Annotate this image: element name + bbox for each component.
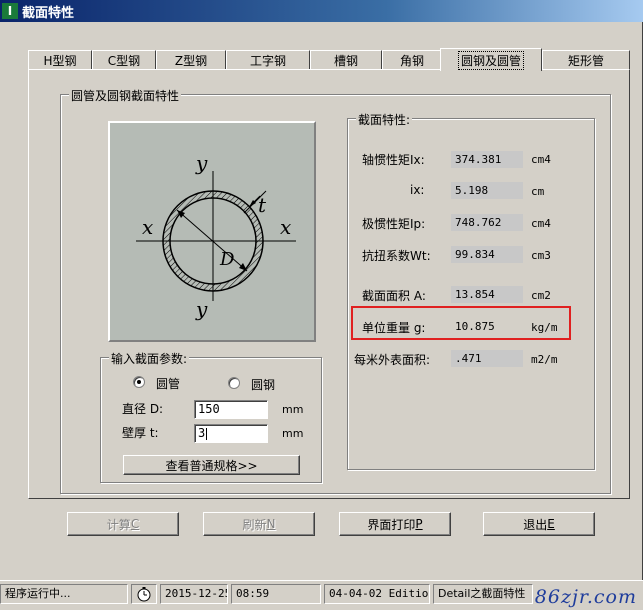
exit-button[interactable]: 退出 E bbox=[483, 512, 595, 536]
prop-unit-radius: cm bbox=[531, 185, 545, 198]
properties-group-title: 截面特性: bbox=[356, 111, 413, 128]
radio-bar[interactable] bbox=[228, 377, 240, 389]
axis-x-left-label: x bbox=[142, 215, 154, 239]
site-watermark: 86zjr.com bbox=[534, 586, 637, 608]
view-spec-button[interactable]: 查看普通规格>> bbox=[123, 455, 300, 475]
prop-label-ix: 轴惯性矩Ix: bbox=[362, 153, 425, 167]
status-edition: 04-04-02 Edition bbox=[324, 584, 430, 604]
input-group-title: 输入截面参数: bbox=[109, 350, 190, 367]
tab-i-beam[interactable]: 工字钢 bbox=[226, 50, 310, 70]
prop-unit-surface: m2/m bbox=[531, 353, 558, 366]
tab-channel[interactable]: 槽钢 bbox=[310, 50, 382, 70]
prop-unit-ip: cm4 bbox=[531, 217, 551, 230]
prop-value-ix: 374.381 bbox=[451, 151, 523, 168]
prop-label-wt: 抗扭系数Wt: bbox=[362, 249, 431, 263]
clock-icon-pane bbox=[131, 584, 157, 604]
prop-value-area: 13.854 bbox=[451, 286, 523, 303]
thickness-label: 壁厚 t: bbox=[122, 426, 159, 440]
diameter-label: 直径 D: bbox=[122, 402, 164, 416]
prop-unit-area: cm2 bbox=[531, 289, 551, 302]
prop-value-wt: 99.834 bbox=[451, 246, 523, 263]
window-title: 截面特性 bbox=[22, 5, 75, 21]
prop-value-surface: .471 bbox=[451, 350, 523, 367]
status-date: 2015-12-25 bbox=[160, 584, 228, 604]
radio-tube-label[interactable]: 圆管 bbox=[156, 375, 180, 392]
radio-bar-label[interactable]: 圆钢 bbox=[251, 376, 275, 393]
title-bar[interactable]: I 截面特性 bbox=[0, 0, 643, 22]
app-icon: I bbox=[2, 3, 18, 19]
axis-y-top-label: y bbox=[196, 151, 208, 175]
prop-label-radius: ix: bbox=[410, 183, 425, 197]
prop-value-ip: 748.762 bbox=[451, 214, 523, 231]
text-caret bbox=[206, 427, 208, 440]
status-text: 程序运行中... bbox=[0, 584, 128, 604]
diameter-symbol: D bbox=[220, 249, 235, 270]
tab-h-steel[interactable]: H型钢 bbox=[28, 50, 92, 70]
prop-unit-ix: cm4 bbox=[531, 153, 551, 166]
refresh-button[interactable]: 刷新 N bbox=[203, 512, 315, 536]
axis-y-bottom-label: y bbox=[196, 297, 208, 321]
calculate-button[interactable]: 计算 C bbox=[67, 512, 179, 536]
diameter-input[interactable]: 150 bbox=[194, 400, 268, 419]
prop-label-surface: 每米外表面积: bbox=[354, 353, 431, 367]
prop-label-area: 截面面积 A: bbox=[362, 289, 426, 303]
tab-c-steel[interactable]: C型钢 bbox=[92, 50, 156, 70]
tab-round-tube[interactable]: 圆钢及圆管 bbox=[440, 48, 542, 71]
print-button[interactable]: 界面打印 P bbox=[339, 512, 451, 536]
tab-rect-tube[interactable]: 矩形管 bbox=[542, 50, 630, 70]
status-time: 08:59 bbox=[231, 584, 321, 604]
stopwatch-icon bbox=[137, 587, 151, 602]
weight-highlight-box bbox=[351, 306, 571, 340]
tab-angle[interactable]: 角钢 bbox=[382, 50, 442, 70]
section-group-title: 圆管及圆钢截面特性 bbox=[69, 87, 182, 104]
status-module: Detail之截面特性 bbox=[433, 584, 533, 604]
prop-value-radius: 5.198 bbox=[451, 182, 523, 199]
radio-tube[interactable] bbox=[133, 376, 145, 388]
cross-section-diagram: y y x x t D bbox=[108, 121, 316, 342]
prop-unit-wt: cm3 bbox=[531, 249, 551, 262]
diameter-unit: mm bbox=[282, 403, 304, 416]
thickness-unit: mm bbox=[282, 427, 304, 440]
prop-label-ip: 极惯性矩Ip: bbox=[362, 217, 426, 231]
thickness-input[interactable]: 3 bbox=[194, 424, 268, 443]
axis-x-right-label: x bbox=[280, 215, 292, 239]
tab-z-steel[interactable]: Z型钢 bbox=[156, 50, 226, 70]
thickness-symbol: t bbox=[258, 193, 267, 217]
